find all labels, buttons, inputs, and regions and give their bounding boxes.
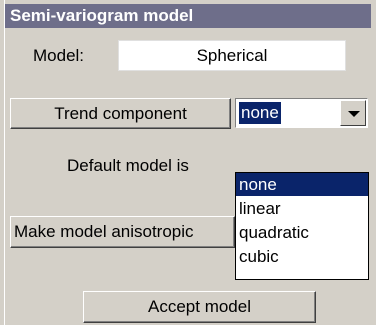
trend-component-button[interactable]: Trend component	[10, 98, 231, 129]
model-value-field: Spherical	[118, 40, 346, 71]
dropdown-item-none[interactable]: none	[236, 173, 368, 196]
dropdown-item-quadratic[interactable]: quadratic	[236, 221, 368, 244]
panel-title: Semi-variogram model	[5, 4, 371, 28]
chevron-down-icon[interactable]	[340, 100, 366, 126]
default-model-label: Default model is	[67, 156, 189, 175]
dropdown-item-linear[interactable]: linear	[236, 197, 368, 220]
make-anisotropic-button[interactable]: Make model anisotropic	[10, 216, 235, 248]
trend-dropdown-list: none linear quadratic cubic	[235, 172, 369, 280]
trend-select-value: none	[239, 102, 281, 124]
app-window: Semi-variogram model Model: Spherical Tr…	[0, 0, 376, 325]
accept-model-button[interactable]: Accept model	[83, 291, 316, 323]
semivariogram-panel: Semi-variogram model Model: Spherical Tr…	[5, 4, 371, 325]
model-label: Model:	[33, 46, 85, 65]
dropdown-item-cubic[interactable]: cubic	[236, 245, 368, 268]
trend-select[interactable]: none	[235, 98, 368, 128]
